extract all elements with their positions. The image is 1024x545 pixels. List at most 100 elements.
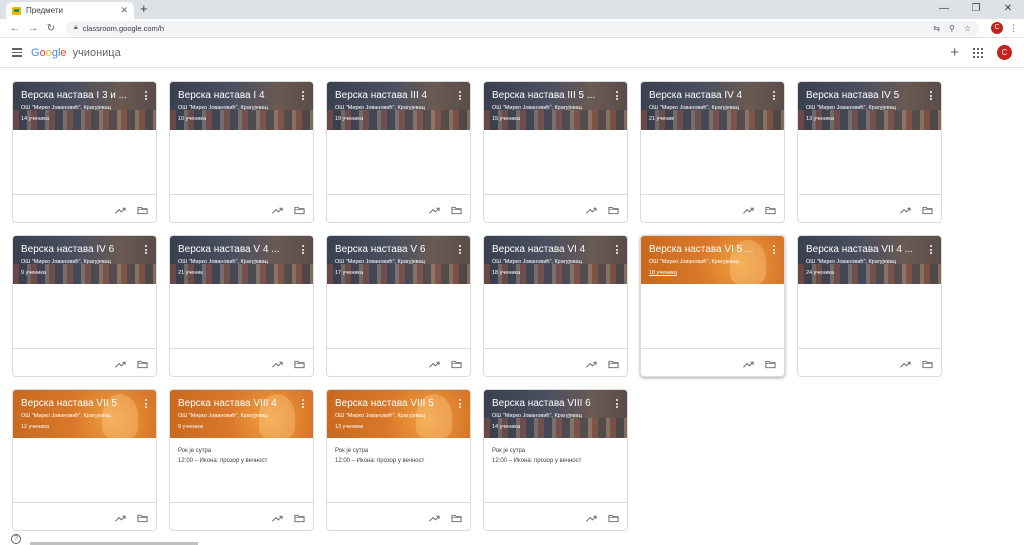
address-bar[interactable]: 🔒︎ classroom.google.com/h ⇆ ⚲ ☆ (66, 20, 979, 36)
course-card[interactable]: Верска настава IV 4 ОШ "Мирко Јовановић"… (640, 81, 785, 223)
due-assignment-link[interactable]: 12:00 – Икона: прозор у вечност (492, 456, 619, 466)
course-card-banner[interactable]: Верска настава V 4 ... ОШ "Мирко Јованов… (170, 236, 313, 284)
browser-profile-avatar[interactable]: C (991, 22, 1003, 34)
folder-icon[interactable] (922, 206, 933, 215)
account-avatar[interactable]: C (997, 45, 1012, 60)
course-card-banner[interactable]: Верска настава IV 4 ОШ "Мирко Јовановић"… (641, 82, 784, 130)
course-title[interactable]: Верска настава VIII 5 (335, 398, 447, 410)
google-apps-icon[interactable] (973, 47, 983, 58)
more-options-icon[interactable] (930, 245, 933, 256)
course-card[interactable]: Верска настава I 4 ОШ "Мирко Јовановић",… (169, 81, 314, 223)
trending-up-icon[interactable] (272, 206, 283, 215)
more-options-icon[interactable] (302, 245, 305, 256)
course-card[interactable]: Верска настава VI 4 ОШ "Мирко Јовановић"… (483, 235, 628, 377)
folder-icon[interactable] (451, 514, 462, 523)
course-card[interactable]: Верска настава V 6 ОШ "Мирко Јовановић",… (326, 235, 471, 377)
folder-icon[interactable] (922, 360, 933, 369)
course-title[interactable]: Верска настава V 6 (335, 244, 447, 256)
folder-icon[interactable] (608, 360, 619, 369)
bookmark-star-icon[interactable]: ☆ (964, 24, 971, 33)
course-card-banner[interactable]: Верска настава IV 6 ОШ "Мирко Јовановић"… (13, 236, 156, 284)
course-card-banner[interactable]: Верска настава V 6 ОШ "Мирко Јовановић",… (327, 236, 470, 284)
course-card[interactable]: Верска настава VII 5 ОШ "Мирко Јовановић… (12, 389, 157, 531)
more-options-icon[interactable] (616, 91, 619, 102)
back-icon[interactable]: ← (6, 23, 24, 34)
course-card-banner[interactable]: Верска настава VI 5 ... ОШ "Мирко Јовано… (641, 236, 784, 284)
course-title[interactable]: Верска настава VIII 4 (178, 398, 290, 410)
folder-icon[interactable] (451, 206, 462, 215)
trending-up-icon[interactable] (586, 514, 597, 523)
more-options-icon[interactable] (616, 399, 619, 410)
course-card-banner[interactable]: Верска настава VIII 6 ОШ "Мирко Јованови… (484, 390, 627, 438)
course-title[interactable]: Верска настава IV 5 (806, 90, 918, 102)
more-options-icon[interactable] (459, 245, 462, 256)
trending-up-icon[interactable] (115, 360, 126, 369)
trending-up-icon[interactable] (900, 206, 911, 215)
more-options-icon[interactable] (302, 91, 305, 102)
reload-icon[interactable]: ↻ (42, 23, 60, 34)
help-icon[interactable]: ? (11, 534, 21, 544)
restore-icon[interactable]: ❐ (960, 0, 992, 19)
more-options-icon[interactable] (459, 399, 462, 410)
more-options-icon[interactable] (930, 91, 933, 102)
tab-close-icon[interactable]: ✕ (120, 5, 128, 16)
folder-icon[interactable] (765, 206, 776, 215)
course-card[interactable]: Верска настава VII 4 ... ОШ "Мирко Јован… (797, 235, 942, 377)
minimize-icon[interactable]: — (928, 0, 960, 19)
more-options-icon[interactable] (773, 245, 776, 256)
trending-up-icon[interactable] (429, 206, 440, 215)
create-join-class-button[interactable]: + (950, 45, 959, 60)
translate-icon[interactable]: ⇆ (933, 24, 940, 33)
course-title[interactable]: Верска настава VI 5 ... (649, 244, 761, 256)
course-card[interactable]: Верска настава VI 5 ... ОШ "Мирко Јовано… (640, 235, 785, 377)
due-assignment-link[interactable]: 12:00 – Икона: прозор у вечност (335, 456, 462, 466)
more-options-icon[interactable] (145, 245, 148, 256)
folder-icon[interactable] (608, 206, 619, 215)
more-options-icon[interactable] (302, 399, 305, 410)
course-title[interactable]: Верска настава I 3 и ... (21, 90, 133, 102)
course-card[interactable]: Верска настава VIII 6 ОШ "Мирко Јованови… (483, 389, 628, 531)
course-card-banner[interactable]: Верска настава VII 4 ... ОШ "Мирко Јован… (798, 236, 941, 284)
lock-icon[interactable]: 🔒︎ (74, 24, 78, 32)
folder-icon[interactable] (294, 206, 305, 215)
browser-tab[interactable]: Предмети ✕ (6, 2, 134, 19)
course-title[interactable]: Верска настава VI 4 (492, 244, 604, 256)
trending-up-icon[interactable] (586, 360, 597, 369)
course-title[interactable]: Верска настава VII 5 (21, 398, 133, 410)
course-title[interactable]: Верска настава III 4 (335, 90, 447, 102)
course-card[interactable]: Верска настава V 4 ... ОШ "Мирко Јованов… (169, 235, 314, 377)
course-card-banner[interactable]: Верска настава III 4 ОШ "Мирко Јовановић… (327, 82, 470, 130)
new-tab-button[interactable]: + (140, 2, 148, 16)
zoom-icon[interactable]: ⚲ (949, 24, 955, 33)
course-title[interactable]: Верска настава IV 4 (649, 90, 761, 102)
folder-icon[interactable] (137, 206, 148, 215)
course-title[interactable]: Верска настава I 4 (178, 90, 290, 102)
course-card-banner[interactable]: Верска настава VIII 4 ОШ "Мирко Јованови… (170, 390, 313, 438)
folder-icon[interactable] (137, 360, 148, 369)
course-card-banner[interactable]: Верска настава III 5 ... ОШ "Мирко Јован… (484, 82, 627, 130)
course-card-banner[interactable]: Верска настава VIII 5 ОШ "Мирко Јованови… (327, 390, 470, 438)
more-options-icon[interactable] (773, 91, 776, 102)
folder-icon[interactable] (294, 514, 305, 523)
folder-icon[interactable] (765, 360, 776, 369)
course-card[interactable]: Верска настава IV 6 ОШ "Мирко Јовановић"… (12, 235, 157, 377)
trending-up-icon[interactable] (115, 206, 126, 215)
trending-up-icon[interactable] (900, 360, 911, 369)
course-card[interactable]: Верска настава III 5 ... ОШ "Мирко Јован… (483, 81, 628, 223)
window-close-icon[interactable]: ✕ (992, 0, 1024, 19)
trending-up-icon[interactable] (272, 514, 283, 523)
main-menu-icon[interactable] (12, 46, 22, 59)
course-title[interactable]: Верска настава III 5 ... (492, 90, 604, 102)
course-card[interactable]: Верска настава I 3 и ... ОШ "Мирко Јован… (12, 81, 157, 223)
folder-icon[interactable] (137, 514, 148, 523)
course-card[interactable]: Верска настава VIII 4 ОШ "Мирко Јованови… (169, 389, 314, 531)
trending-up-icon[interactable] (429, 360, 440, 369)
course-card-banner[interactable]: Верска настава VI 4 ОШ "Мирко Јовановић"… (484, 236, 627, 284)
more-options-icon[interactable] (459, 91, 462, 102)
course-card[interactable]: Верска настава IV 5 ОШ "Мирко Јовановић"… (797, 81, 942, 223)
course-title[interactable]: Верска настава VII 4 ... (806, 244, 918, 256)
folder-icon[interactable] (608, 514, 619, 523)
trending-up-icon[interactable] (115, 514, 126, 523)
trending-up-icon[interactable] (743, 206, 754, 215)
more-options-icon[interactable] (145, 399, 148, 410)
